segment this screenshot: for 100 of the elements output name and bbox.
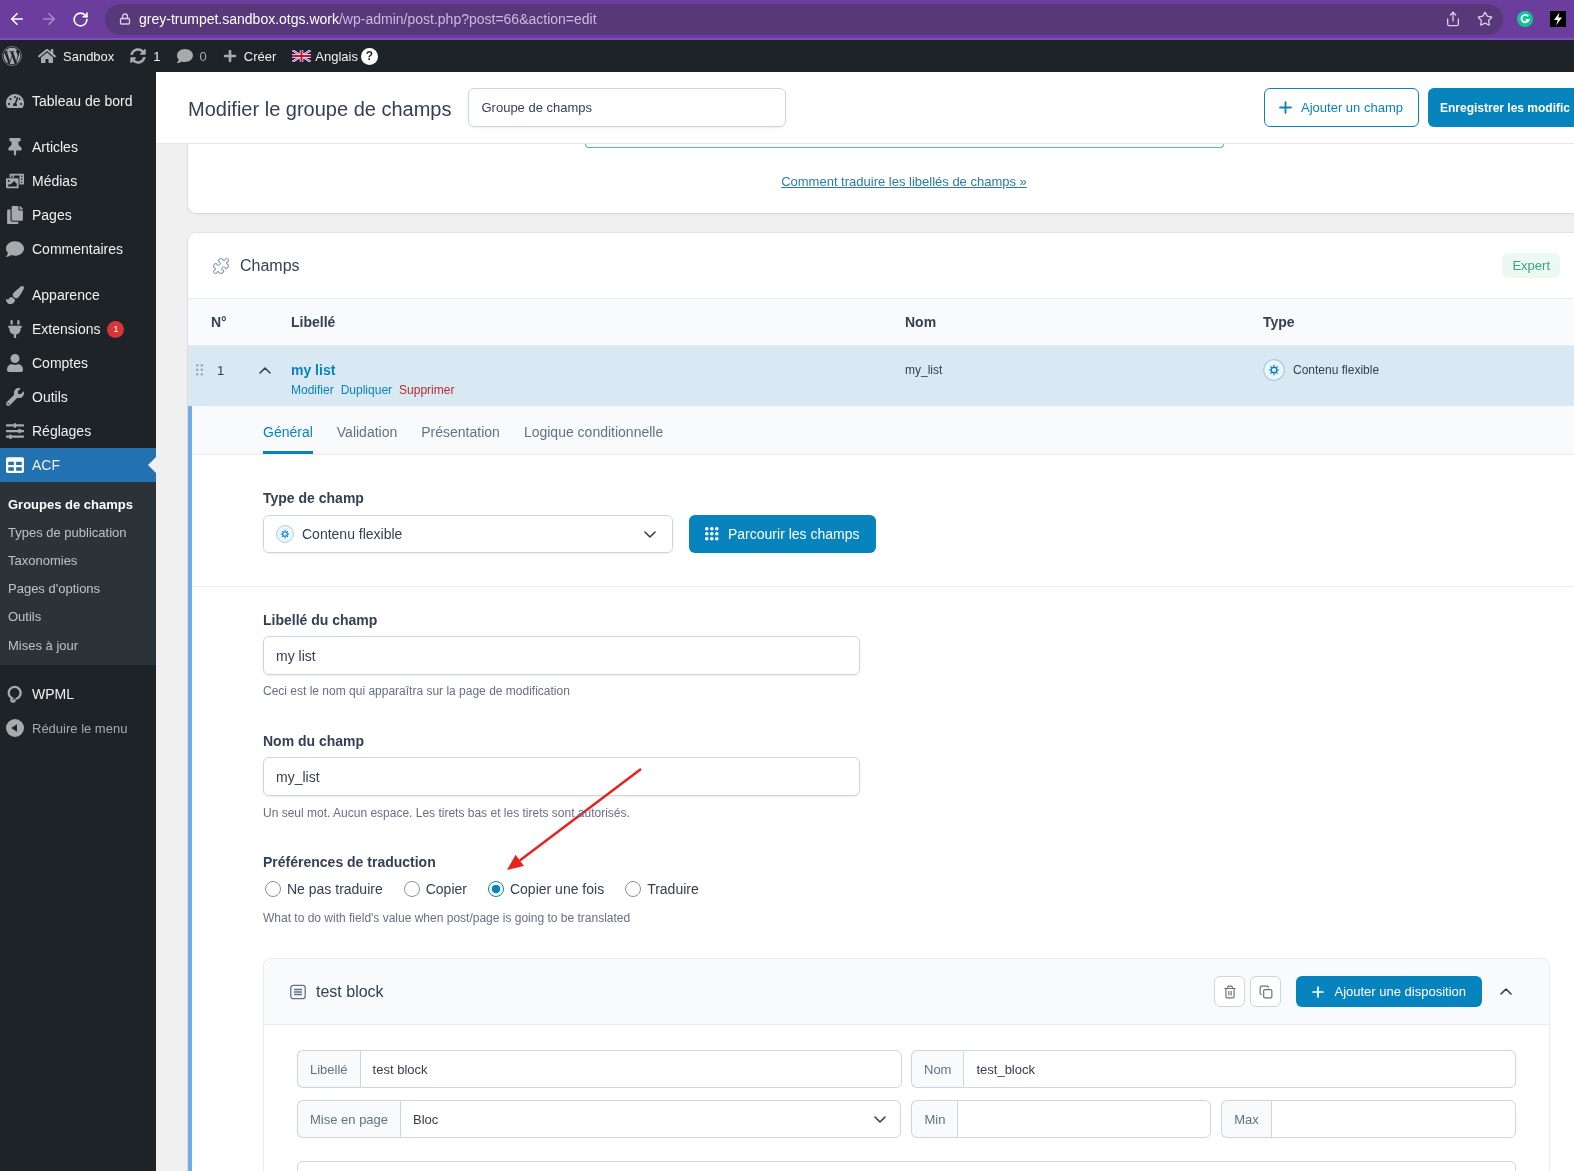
- input-prefix: Nom: [911, 1050, 964, 1088]
- field-label: Nom du champ: [263, 732, 366, 751]
- chevron-down-icon: [644, 530, 656, 538]
- add-field-button[interactable]: Ajouter un champ: [1264, 88, 1419, 127]
- input-prefix: Mise en page: [297, 1100, 401, 1138]
- bookmark-star-icon[interactable]: [1477, 11, 1493, 27]
- menu-item[interactable]: Comptes: [0, 346, 156, 380]
- field-label: Type de champ: [263, 489, 365, 508]
- menu-item[interactable]: ACF: [0, 448, 156, 482]
- text-input[interactable]: my_list: [263, 757, 860, 796]
- tab[interactable]: Validation: [336, 406, 398, 454]
- comments-link[interactable]: 0: [168, 40, 215, 72]
- submenu-item[interactable]: Pages d'options: [0, 574, 156, 603]
- submenu-item[interactable]: Groupes de champs: [0, 490, 156, 519]
- text-input[interactable]: [957, 1100, 1212, 1138]
- sync-icon: [130, 48, 147, 64]
- menu-item[interactable]: WPML: [0, 677, 156, 712]
- menu-item[interactable]: Médias: [0, 164, 156, 198]
- menu-item[interactable]: Extensions 1: [0, 312, 156, 346]
- media-icon: [6, 172, 24, 190]
- delete-layout-button[interactable]: [1214, 976, 1246, 1007]
- browse-fields-button[interactable]: Parcourir les champs: [689, 515, 876, 553]
- column-header: Type: [1263, 314, 1295, 330]
- add-layout-button[interactable]: Ajouter une disposition: [1296, 976, 1482, 1007]
- submenu-item[interactable]: Taxonomies: [0, 546, 156, 575]
- comment-icon: [6, 240, 24, 258]
- save-button[interactable]: Enregistrer les modific: [1427, 88, 1574, 127]
- share-icon[interactable]: [1445, 11, 1461, 27]
- radio-label: Traduire: [647, 881, 699, 897]
- tab[interactable]: Général: [263, 406, 313, 454]
- menu-item[interactable]: Outils: [0, 380, 156, 414]
- trash-icon: [1222, 984, 1237, 999]
- layout-title: test block: [316, 982, 384, 1001]
- input-prefix: Min: [911, 1100, 958, 1138]
- menu-item[interactable]: Pages: [0, 198, 156, 232]
- back-icon[interactable]: [8, 10, 26, 28]
- extension-icon[interactable]: [1517, 11, 1533, 27]
- radio-button[interactable]: [487, 881, 504, 897]
- wrench-icon: [6, 388, 24, 406]
- text-input[interactable]: test_block: [963, 1050, 1516, 1088]
- caret-icon[interactable]: [259, 366, 271, 374]
- help-link[interactable]: Comment traduire les libellés de champs »: [781, 174, 1027, 190]
- text-input[interactable]: my list: [263, 636, 860, 675]
- text-input[interactable]: [1270, 1100, 1516, 1138]
- field-label: Libellé du champ: [263, 611, 379, 630]
- ring-icon: [6, 685, 24, 704]
- field-type-select[interactable]: Contenu flexible: [263, 515, 673, 553]
- new-content-link[interactable]: Créer: [214, 40, 285, 72]
- site-name-link[interactable]: Sandbox: [30, 40, 123, 72]
- radio-button[interactable]: [265, 881, 281, 897]
- menu-item[interactable]: Tableau de bord: [0, 84, 156, 118]
- column-header: Libellé: [291, 314, 336, 330]
- caret-icon[interactable]: [1500, 988, 1512, 995]
- radio-label: Copier: [425, 881, 467, 897]
- help-badge[interactable]: ?: [360, 47, 378, 65]
- lightning-icon[interactable]: [1550, 11, 1566, 27]
- submenu-item[interactable]: Mises à jour: [0, 630, 156, 660]
- brush-icon: [6, 286, 24, 304]
- collapse-menu-button[interactable]: Réduire le menu: [0, 711, 156, 746]
- address-bar[interactable]: grey-trumpet.sandbox.otgs.work/wp-admin/post.php?post=66&action=edit: [105, 3, 1503, 35]
- updates-link[interactable]: 1: [122, 40, 169, 72]
- text-input[interactable]: test block: [359, 1050, 902, 1088]
- pin-icon: [6, 138, 24, 156]
- user-icon: [6, 354, 24, 372]
- drag-handle-icon[interactable]: [196, 364, 203, 376]
- radio-button[interactable]: [403, 881, 420, 897]
- layout-select[interactable]: Bloc: [400, 1100, 902, 1138]
- menu-item[interactable]: Réglages: [0, 414, 156, 448]
- submenu-item[interactable]: Types de publication: [0, 518, 156, 547]
- plus-icon: [222, 49, 237, 63]
- menu-item[interactable]: Commentaires: [0, 232, 156, 266]
- menu-item[interactable]: Articles: [0, 130, 156, 164]
- language-switcher[interactable]: Anglais: [284, 40, 361, 72]
- chevron-down-icon: [874, 1115, 887, 1123]
- column-header: Nom: [905, 314, 937, 330]
- count-badge: 1: [107, 320, 125, 338]
- radio-label: Copier une fois: [509, 881, 605, 897]
- input-prefix: Max: [1221, 1100, 1271, 1138]
- duplicate-layout-button[interactable]: [1250, 976, 1282, 1007]
- pages-icon: [6, 206, 24, 224]
- delete-link[interactable]: Supprimer: [399, 382, 455, 398]
- reload-icon[interactable]: [72, 10, 89, 28]
- card-title: Champs: [240, 256, 300, 275]
- wp-logo-icon[interactable]: [2, 46, 22, 66]
- gear-icon: [276, 525, 294, 543]
- url-text: grey-trumpet.sandbox.otgs.work/wp-admin/post.php?post=66&action=edit: [139, 11, 598, 27]
- title-input[interactable]: Groupe de champs: [468, 88, 787, 127]
- field-order: 1: [217, 362, 225, 378]
- table-icon: [6, 456, 24, 474]
- radio-button[interactable]: [625, 881, 642, 897]
- tab[interactable]: Logique conditionnelle: [523, 406, 664, 454]
- submenu-item[interactable]: Outils: [0, 602, 156, 631]
- tab[interactable]: Présentation: [421, 406, 500, 454]
- field-name-text: my_list: [905, 362, 943, 379]
- menu-item[interactable]: Apparence: [0, 278, 156, 312]
- flag-icon: [292, 50, 312, 62]
- mode-badge: Expert: [1502, 253, 1560, 278]
- field-row[interactable]: 1 my list Modifier Dupliquer Supprimer my_list Contenu flexible: [188, 346, 1574, 406]
- sliders-icon: [6, 422, 24, 440]
- radio-label: Ne pas traduire: [287, 881, 383, 897]
